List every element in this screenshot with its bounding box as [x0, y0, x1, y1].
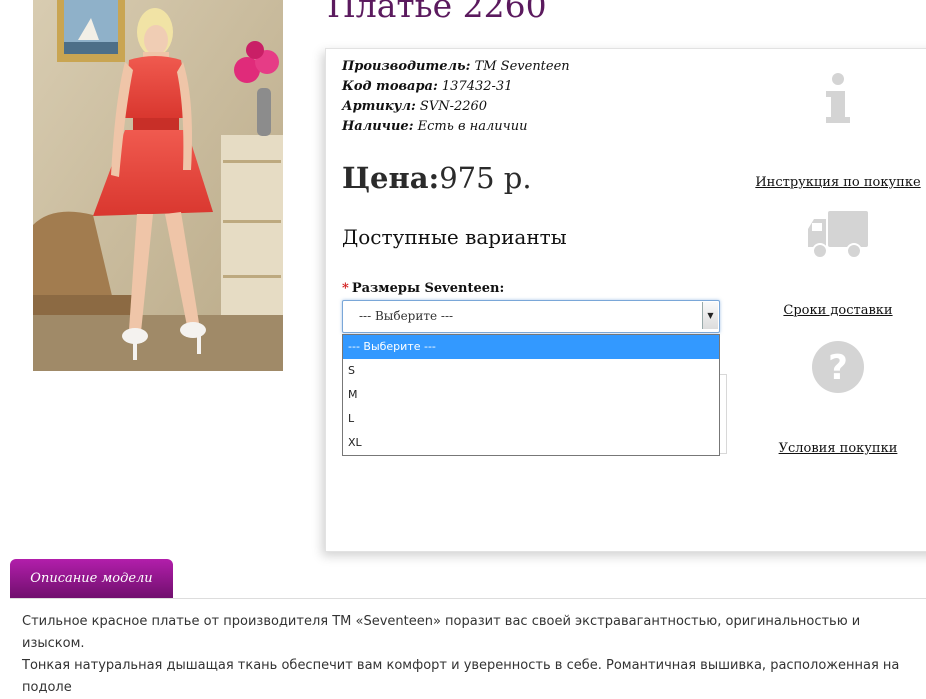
price-value: 975 р. — [439, 161, 532, 195]
svg-text:?: ? — [828, 348, 848, 388]
delivery-block: Сроки доставки — [753, 209, 923, 318]
truck-icon — [808, 211, 868, 259]
description-line: Стильное красное платье от производителя… — [22, 614, 861, 651]
product-photo-image — [33, 0, 283, 371]
size-select[interactable]: --- Выберите --- ▼ — [342, 300, 720, 333]
description-line: Тонкая натуральная дышащая ткань обеспеч… — [22, 658, 900, 695]
price-label: Цена: — [342, 161, 440, 195]
conditions-link[interactable]: Условия покупки — [779, 441, 898, 456]
size-option-l[interactable]: L — [343, 407, 719, 431]
variants-heading: Доступные варианты — [342, 225, 567, 249]
instruction-link[interactable]: Инструкция по покупке — [755, 175, 920, 190]
description-box: Стильное красное платье от производителя… — [10, 598, 926, 695]
delivery-link[interactable]: Сроки доставки — [783, 303, 892, 318]
product-price: Цена:975 р. — [342, 161, 532, 195]
question-icon: ? — [812, 341, 864, 393]
required-mark: * — [342, 281, 349, 296]
tab-description[interactable]: Описание модели — [10, 559, 173, 599]
size-option-m[interactable]: M — [343, 383, 719, 407]
info-icon — [826, 73, 850, 123]
product-photo[interactable] — [33, 0, 283, 371]
meta-availability: Наличие: Есть в наличии — [342, 119, 528, 134]
size-option-xl[interactable]: XL — [343, 431, 719, 455]
meta-article: Артикул: SVN-2260 — [342, 99, 488, 114]
page-title: Платье 2260 — [327, 0, 547, 25]
size-dropdown-list[interactable]: --- Выберите --- S M L XL — [342, 334, 720, 456]
size-option-s[interactable]: S — [343, 359, 719, 383]
product-info-panel: Производитель: ТМ Seventeen Код товара: … — [325, 48, 926, 552]
description-text: Стильное красное платье от производителя… — [22, 611, 922, 699]
conditions-block: ? Условия покупки — [753, 339, 923, 456]
product-meta: Производитель: ТМ Seventeen Код товара: … — [342, 57, 570, 137]
size-select-value: --- Выберите --- — [359, 309, 454, 323]
instruction-block: Инструкция по покупке — [753, 71, 923, 190]
size-label: * Размеры Seventeen: — [342, 281, 505, 296]
meta-manufacturer: Производитель: ТМ Seventeen — [342, 59, 570, 74]
size-option-placeholder[interactable]: --- Выберите --- — [343, 335, 719, 359]
meta-product-code: Код товара: 137432-31 — [342, 79, 513, 94]
chevron-down-icon[interactable]: ▼ — [702, 302, 718, 329]
